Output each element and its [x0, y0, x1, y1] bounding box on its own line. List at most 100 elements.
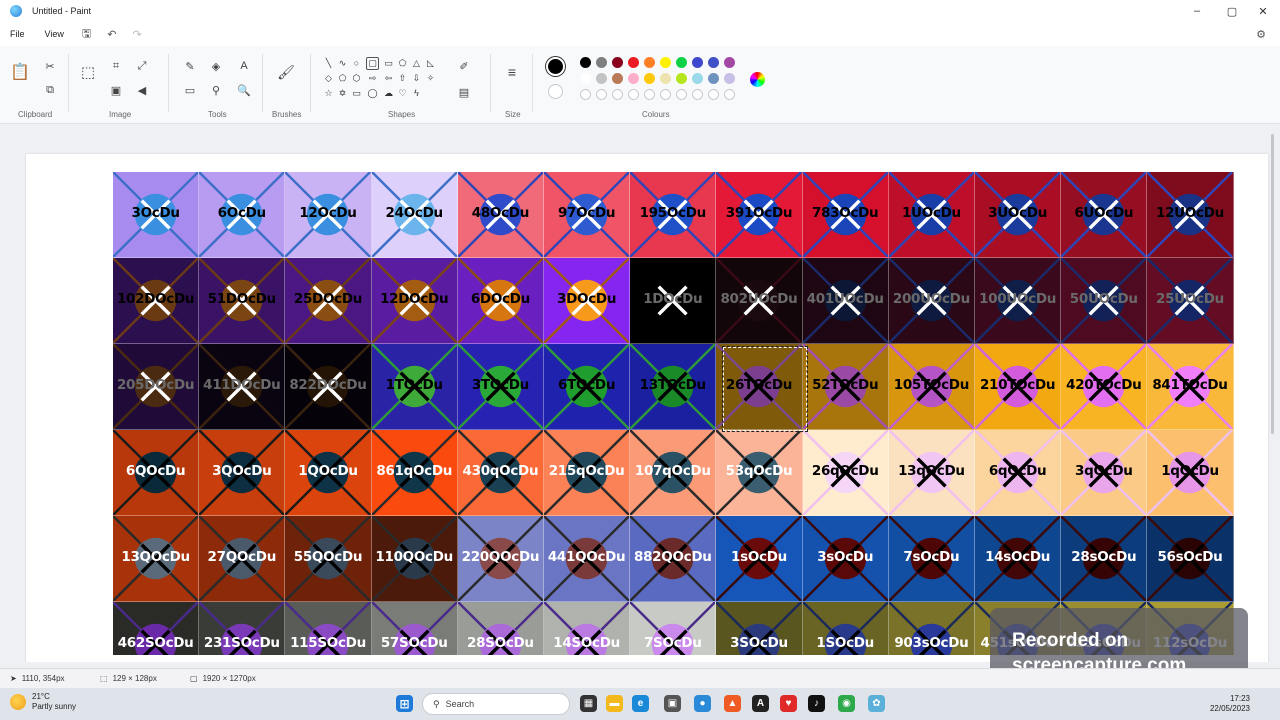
cut-icon[interactable]: ✂ [42, 58, 58, 74]
callout-rect-shape-icon[interactable]: ▭ [350, 88, 363, 99]
palette-swatch[interactable] [724, 73, 735, 84]
arrow-down-shape-icon[interactable]: ⇩ [410, 73, 423, 84]
palette-swatch[interactable] [660, 89, 671, 100]
settings-icon[interactable]: ⚙ [1256, 28, 1266, 41]
weather-widget[interactable]: 21°C Partly sunny [10, 692, 76, 712]
palette-swatch[interactable] [644, 73, 655, 84]
edge-icon[interactable]: e [632, 695, 649, 712]
app-red-icon[interactable]: ♥ [780, 695, 797, 712]
callout-oval-shape-icon[interactable]: ◯ [366, 88, 379, 99]
palette-swatch[interactable] [660, 73, 671, 84]
app-a-icon[interactable]: A [752, 695, 769, 712]
palette-swatch[interactable] [676, 57, 687, 68]
palette-swatch[interactable] [676, 73, 687, 84]
arrow-left-shape-icon[interactable]: ⇦ [382, 73, 395, 84]
edit-colours-icon[interactable] [750, 72, 765, 87]
redo-icon[interactable]: ↷ [132, 28, 141, 41]
rounded-rect-shape-icon[interactable]: ▭ [382, 58, 395, 69]
outline-icon[interactable]: ✐ [456, 58, 472, 74]
star4-shape-icon[interactable]: ✧ [424, 73, 437, 84]
undo-icon[interactable]: ↶ [107, 28, 116, 41]
minimize-button[interactable]: – [1180, 0, 1214, 22]
app-icon[interactable]: ● [694, 695, 711, 712]
resize-icon[interactable]: ⤢ [134, 58, 150, 74]
diamond-shape-icon[interactable]: ◇ [322, 73, 335, 84]
palette-swatch[interactable] [644, 57, 655, 68]
maximize-button[interactable]: ▢ [1215, 0, 1249, 22]
palette-swatch[interactable] [692, 89, 703, 100]
palette-swatch[interactable] [692, 73, 703, 84]
palette-swatch[interactable] [612, 73, 623, 84]
pencil-icon[interactable]: ✎ [182, 58, 198, 74]
size-icon[interactable]: ≡ [504, 64, 520, 80]
taskbar-search[interactable]: ⚲ Search [422, 693, 570, 715]
palette-swatch[interactable] [580, 57, 591, 68]
palette-swatch[interactable] [724, 89, 735, 100]
palette-swatch[interactable] [596, 89, 607, 100]
fill-style-icon[interactable]: ▤ [456, 84, 472, 100]
arrow-right-shape-icon[interactable]: ⇨ [366, 73, 379, 84]
brush-icon[interactable]: 🖌 [277, 64, 295, 80]
task-view-icon[interactable]: ▦ [580, 695, 597, 712]
vertical-scrollbar[interactable] [1271, 134, 1274, 434]
paint-taskbar-icon[interactable]: ✿ [868, 695, 885, 712]
heart-shape-icon[interactable]: ♡ [396, 88, 409, 99]
crop-icon[interactable]: ⌗ [108, 58, 124, 74]
palette-swatch[interactable] [628, 57, 639, 68]
palette-swatch[interactable] [708, 57, 719, 68]
chrome-icon[interactable]: ◉ [838, 695, 855, 712]
palette-swatch[interactable] [644, 89, 655, 100]
magnifier-icon[interactable]: 🔍 [236, 82, 252, 98]
palette-swatch[interactable] [676, 89, 687, 100]
rectangle-shape-icon[interactable]: ▢ [366, 57, 379, 70]
palette-swatch[interactable] [724, 57, 735, 68]
fill-icon[interactable]: ◈ [208, 58, 224, 74]
hexagon-shape-icon[interactable]: ⬡ [350, 73, 363, 84]
rotate-icon[interactable]: ◀ [134, 82, 150, 98]
lightning-shape-icon[interactable]: ϟ [410, 88, 423, 98]
menu-view[interactable]: View [35, 29, 74, 39]
callout-cloud-shape-icon[interactable]: ☁ [382, 88, 395, 99]
palette-swatch[interactable] [628, 73, 639, 84]
palette-swatch[interactable] [708, 89, 719, 100]
oval-shape-icon[interactable]: ○ [350, 58, 363, 68]
clock[interactable]: 17:23 22/05/2023 [1210, 694, 1250, 714]
copy-icon[interactable]: ⧉ [42, 82, 58, 98]
palette-swatch[interactable] [660, 57, 671, 68]
tiktok-icon[interactable]: ♪ [808, 695, 825, 712]
line-shape-icon[interactable]: ╲ [322, 58, 335, 69]
file-explorer-icon[interactable]: ▬ [606, 695, 623, 712]
triangle-shape-icon[interactable]: △ [410, 58, 423, 69]
store-icon[interactable]: ▣ [664, 695, 681, 712]
menu-file[interactable]: File [0, 29, 35, 39]
save-icon[interactable]: 🖫 [82, 25, 91, 44]
secondary-color-swatch[interactable] [548, 84, 563, 99]
polygon-shape-icon[interactable]: ⬠ [396, 58, 409, 69]
start-button[interactable]: ⊞ [396, 695, 413, 712]
palette-swatch[interactable] [628, 89, 639, 100]
right-triangle-shape-icon[interactable]: ◺ [424, 58, 437, 69]
palette-swatch[interactable] [708, 73, 719, 84]
palette-swatch[interactable] [580, 73, 591, 84]
paste-icon[interactable]: 📋 [10, 64, 30, 81]
palette-swatch[interactable] [580, 89, 591, 100]
pentagon-shape-icon[interactable]: ⬠ [336, 73, 349, 84]
palette-swatch[interactable] [596, 73, 607, 84]
eraser-icon[interactable]: ▭ [182, 82, 198, 98]
palette-swatch[interactable] [612, 89, 623, 100]
star5-shape-icon[interactable]: ☆ [322, 88, 335, 99]
palette-swatch[interactable] [596, 57, 607, 68]
palette-swatch[interactable] [612, 57, 623, 68]
close-button[interactable]: ✕ [1246, 0, 1280, 22]
star6-shape-icon[interactable]: ✡ [336, 88, 349, 99]
select-icon[interactable]: ⬚ [80, 64, 96, 81]
selection-marquee[interactable] [722, 346, 809, 432]
color-picker-icon[interactable]: ⚲ [208, 82, 224, 98]
palette-swatch[interactable] [692, 57, 703, 68]
primary-color-swatch[interactable] [546, 57, 565, 76]
text-icon[interactable]: A [236, 58, 252, 74]
brave-icon[interactable]: ▲ [724, 695, 741, 712]
curve-shape-icon[interactable]: ∿ [336, 58, 349, 69]
arrow-up-shape-icon[interactable]: ⇧ [396, 73, 409, 84]
image-select-icon[interactable]: ▣ [108, 82, 124, 98]
